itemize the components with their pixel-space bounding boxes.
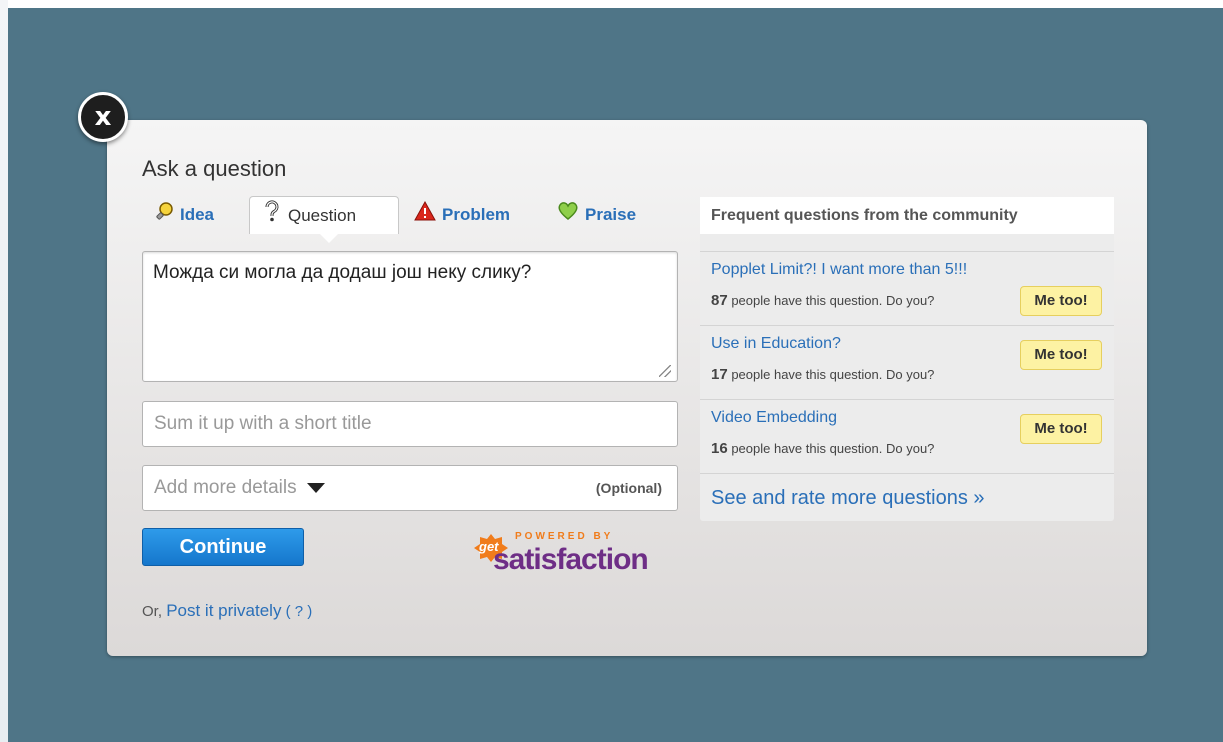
resize-grip-icon[interactable] [659, 365, 671, 377]
me-too-button[interactable]: Me too! [1020, 286, 1102, 316]
tab-question-label: Question [288, 206, 357, 225]
chevron-down-icon [306, 482, 325, 493]
question-link[interactable]: Popplet Limit?! I want more than 5!!! [711, 261, 967, 279]
continue-button[interactable]: Continue [142, 528, 304, 566]
dialog-title: Ask a question [142, 156, 287, 181]
ask-question-dialog: Ask a question Idea Question Problem Pra… [107, 120, 1147, 656]
question-link[interactable]: Video Embedding [711, 409, 837, 427]
tab-idea-label: Idea [180, 205, 215, 224]
frequent-questions-header: Frequent questions from the community [700, 197, 1114, 234]
lightbulb-icon [154, 197, 174, 235]
tab-praise[interactable]: Praise [557, 196, 636, 234]
tab-praise-label: Praise [585, 205, 637, 224]
me-too-button[interactable]: Me too! [1020, 340, 1102, 370]
powered-by-text: POWERED BY [515, 531, 614, 542]
heart-icon [557, 197, 579, 235]
topic-type-tabs: Idea Question Problem Praise [142, 196, 682, 243]
close-button[interactable]: x [78, 92, 128, 142]
list-item: Use in Education? 17 people have this qu… [700, 325, 1114, 399]
tab-question[interactable]: Question [249, 196, 399, 243]
close-icon: x [94, 102, 112, 132]
list-item: Video Embedding 16 people have this ques… [700, 399, 1114, 473]
page-left-strip [0, 0, 8, 742]
question-textarea[interactable]: Можда си могла да додаш још неку слику? [142, 251, 678, 382]
private-help-link[interactable]: ( ? ) [286, 603, 313, 620]
post-privately-link[interactable]: Post it privately [166, 601, 281, 620]
question-count: 87 people have this question. Do you? [711, 292, 935, 309]
optional-label: (Optional) [595, 480, 662, 496]
frequent-questions-panel: Frequent questions from the community Po… [700, 197, 1114, 521]
warning-icon [414, 197, 436, 235]
add-details-label: Add more details [154, 477, 297, 498]
divider [700, 473, 1114, 474]
tab-problem-label: Problem [442, 205, 511, 224]
tab-idea[interactable]: Idea [154, 196, 214, 234]
question-count: 16 people have this question. Do you? [711, 440, 935, 457]
tab-problem[interactable]: Problem [414, 196, 510, 234]
question-count: 17 people have this question. Do you? [711, 366, 935, 383]
see-more-questions-link[interactable]: See and rate more questions » [711, 487, 985, 510]
post-privately-line: Or, Post it privately ( ? ) [142, 601, 312, 621]
satisfaction-wordmark: satisfaction [493, 543, 649, 576]
page-top-strip [0, 0, 1223, 8]
add-details-dropdown[interactable]: Add more details (Optional) [142, 465, 678, 511]
question-icon [262, 198, 282, 236]
short-title-input[interactable] [142, 401, 678, 447]
me-too-button[interactable]: Me too! [1020, 414, 1102, 444]
private-prefix: Or, [142, 603, 163, 620]
powered-by-getsatisfaction-logo[interactable]: get POWERED BY satisfaction [473, 531, 673, 579]
question-text: Можда си могла да додаш још неку слику? [153, 262, 532, 283]
question-link[interactable]: Use in Education? [711, 335, 841, 353]
list-item: Popplet Limit?! I want more than 5!!! 87… [700, 251, 1114, 325]
